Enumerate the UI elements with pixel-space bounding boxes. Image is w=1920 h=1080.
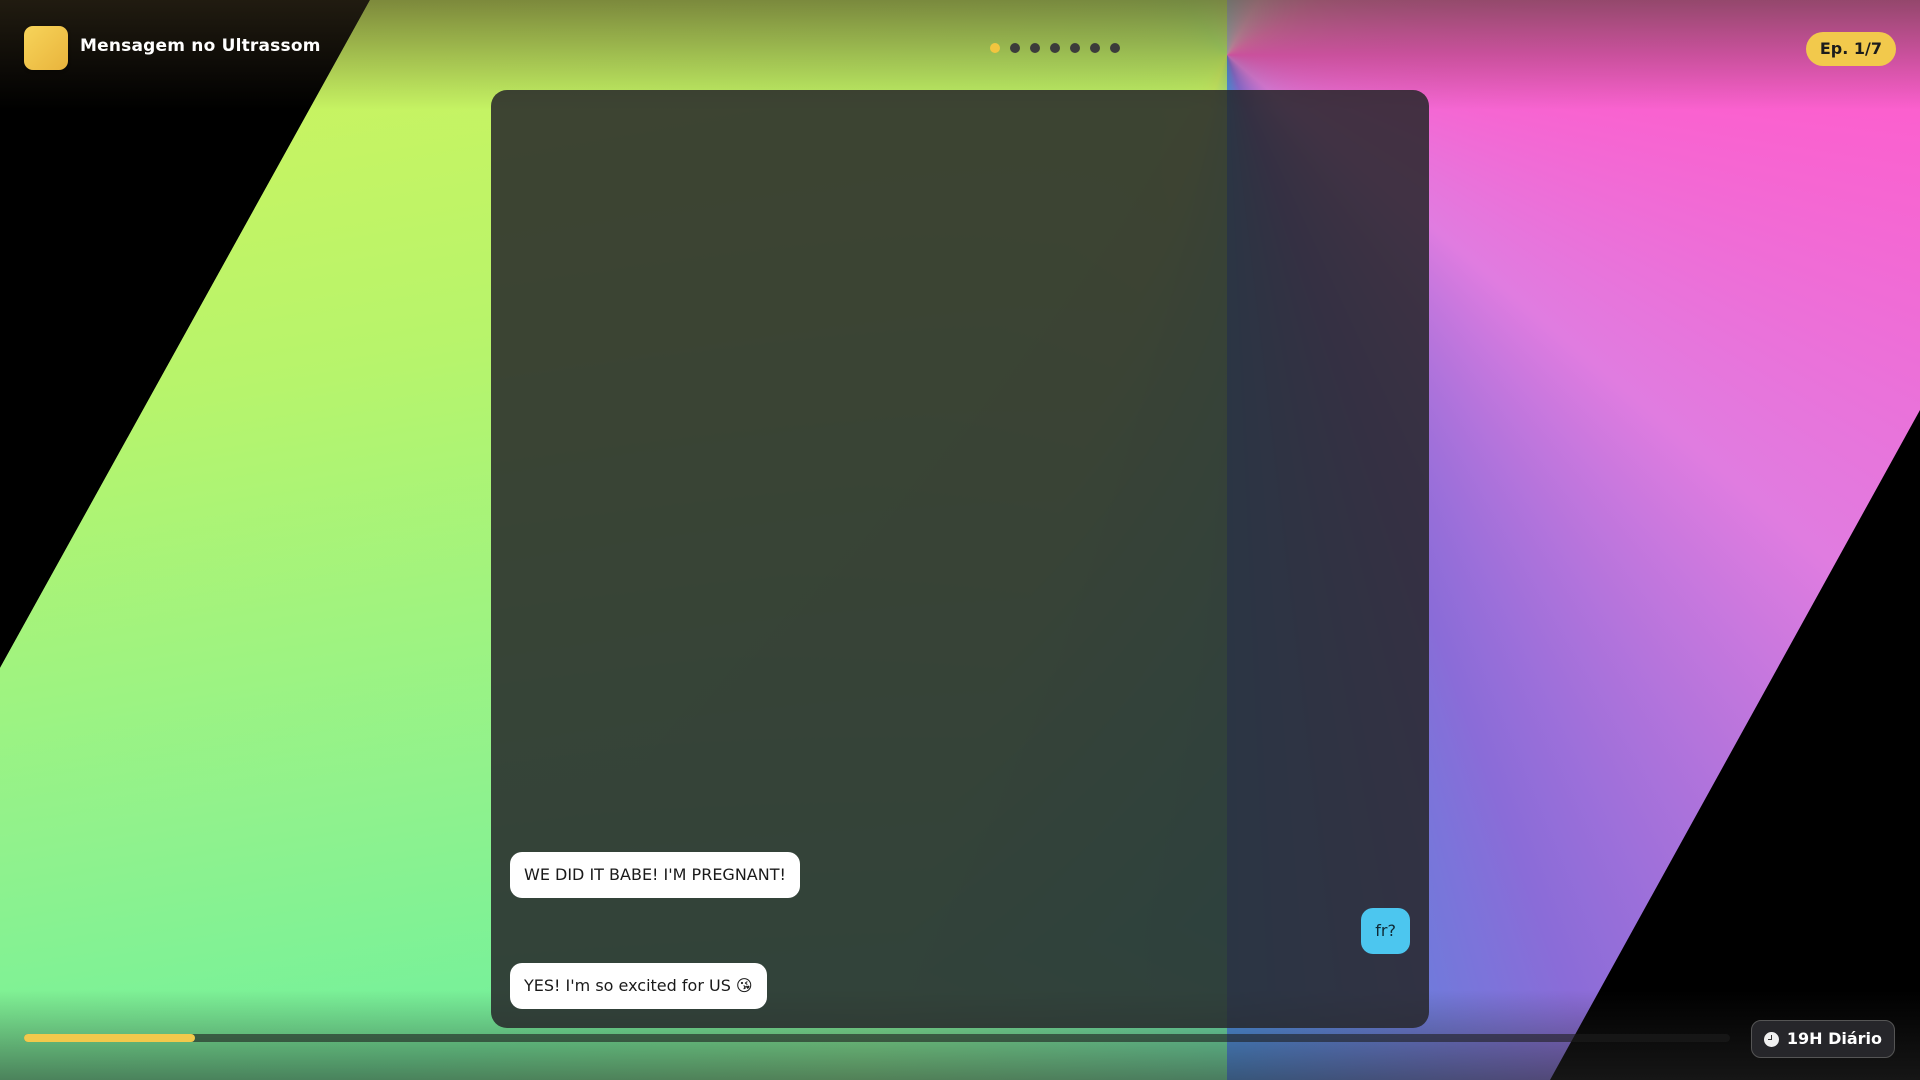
episode-dot-4[interactable] [1050,43,1060,53]
progress-fill [24,1034,195,1042]
schedule-badge: 19H Diário [1750,1020,1895,1058]
episode-badge: Ep. 1/7 [1805,32,1896,66]
episode-dot-6[interactable] [1090,43,1100,53]
chat-message-incoming: WE DID IT BABE! I'M PREGNANT! [510,852,800,898]
clock-icon [1763,1031,1779,1047]
chat-message-incoming: YES! I'm so excited for US 😘 [510,963,767,1009]
episode-dot-7[interactable] [1110,43,1120,53]
episode-dot-5[interactable] [1070,43,1080,53]
app-logo-icon [24,26,68,70]
chat-panel: WE DID IT BABE! I'M PREGNANT! fr? YES! I… [491,90,1429,1028]
stage: Mensagem no Ultrassom Ep. 1/7 WE DID IT … [0,0,1920,1080]
episode-progress-bar[interactable] [24,1034,1730,1042]
app-title: Mensagem no Ultrassom [80,36,321,56]
episode-dot-3[interactable] [1030,43,1040,53]
episode-dot-2[interactable] [1010,43,1020,53]
episode-dot-1[interactable] [990,43,1000,53]
episode-dots [990,43,1120,53]
schedule-label: 19H Diário [1786,1029,1882,1048]
chat-message-outgoing: fr? [1361,908,1410,954]
